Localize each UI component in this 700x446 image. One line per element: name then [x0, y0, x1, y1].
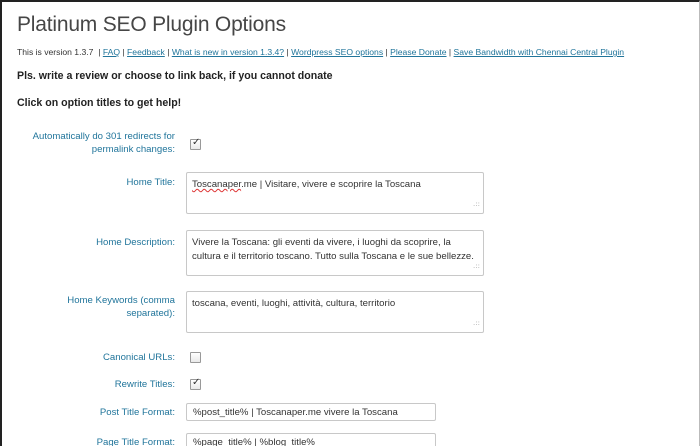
- canonical-label[interactable]: Canonical URLs:: [0, 351, 175, 364]
- redirects-label[interactable]: Automatically do 301 redirects for perma…: [0, 130, 175, 156]
- rewrite-titles-checkbox[interactable]: ✓: [190, 377, 201, 390]
- rewrite-titles-label[interactable]: Rewrite Titles:: [0, 378, 175, 391]
- redirects-label-line2: permalink changes:: [91, 144, 175, 155]
- redirects-checkbox[interactable]: ✓: [190, 137, 201, 150]
- resize-grip-icon[interactable]: .::: [473, 197, 480, 211]
- home-keywords-label-line2: separated):: [126, 308, 175, 319]
- faq-link[interactable]: FAQ: [103, 47, 120, 57]
- home-title-textarea[interactable]: Toscanaper.me | Visitare, vivere e scopr…: [186, 172, 484, 214]
- home-description-label[interactable]: Home Description:: [0, 236, 175, 249]
- page-title-format-input[interactable]: %page_title% | %blog_title%: [186, 433, 436, 446]
- home-keywords-label[interactable]: Home Keywords (comma separated):: [0, 294, 175, 320]
- resize-grip-icon[interactable]: .::: [473, 259, 480, 273]
- page-title: Platinum SEO Plugin Options: [17, 13, 286, 36]
- home-title-label[interactable]: Home Title:: [0, 176, 175, 189]
- whats-new-link[interactable]: What is new in version 1.3.4?: [172, 47, 284, 57]
- page-title-format-label[interactable]: Page Title Format:: [0, 436, 175, 446]
- home-title-misspelled-word: Toscanaper: [192, 179, 242, 190]
- version-text: This is version 1.3.7: [17, 47, 94, 57]
- feedback-link[interactable]: Feedback: [127, 47, 165, 57]
- redirects-label-line1: Automatically do 301 redirects for: [32, 131, 175, 142]
- checkmark-icon: ✓: [192, 377, 201, 388]
- home-keywords-label-line1: Home Keywords (comma: [67, 295, 175, 306]
- please-donate-link[interactable]: Please Donate: [390, 47, 446, 57]
- home-keywords-text: toscana, eventi, luoghi, attività, cultu…: [192, 298, 396, 309]
- review-note: Pls. write a review or choose to link ba…: [17, 70, 333, 82]
- home-keywords-textarea[interactable]: toscana, eventi, luoghi, attività, cultu…: [186, 291, 484, 333]
- canonical-checkbox[interactable]: [190, 352, 201, 363]
- save-bandwidth-link[interactable]: Save Bandwidth with Chennai Central Plug…: [454, 47, 625, 57]
- wordpress-seo-options-link[interactable]: Wordpress SEO options: [291, 47, 383, 57]
- resize-grip-icon[interactable]: .::: [473, 316, 480, 330]
- help-note: Click on option titles to get help!: [17, 97, 182, 109]
- plugin-links-bar: This is version 1.3.7 | FAQ | Feedback |…: [17, 47, 625, 57]
- post-title-format-input[interactable]: %post_title% | Toscanaper.me vivere la T…: [186, 403, 436, 421]
- home-description-textarea[interactable]: Vivere la Toscana: gli eventi da vivere,…: [186, 230, 484, 276]
- home-description-text: Vivere la Toscana: gli eventi da vivere,…: [192, 237, 474, 262]
- home-title-text: .me | Visitare, vivere e scoprire la Tos…: [241, 179, 421, 190]
- post-title-format-label[interactable]: Post Title Format:: [0, 406, 175, 419]
- checkmark-icon: ✓: [192, 137, 201, 148]
